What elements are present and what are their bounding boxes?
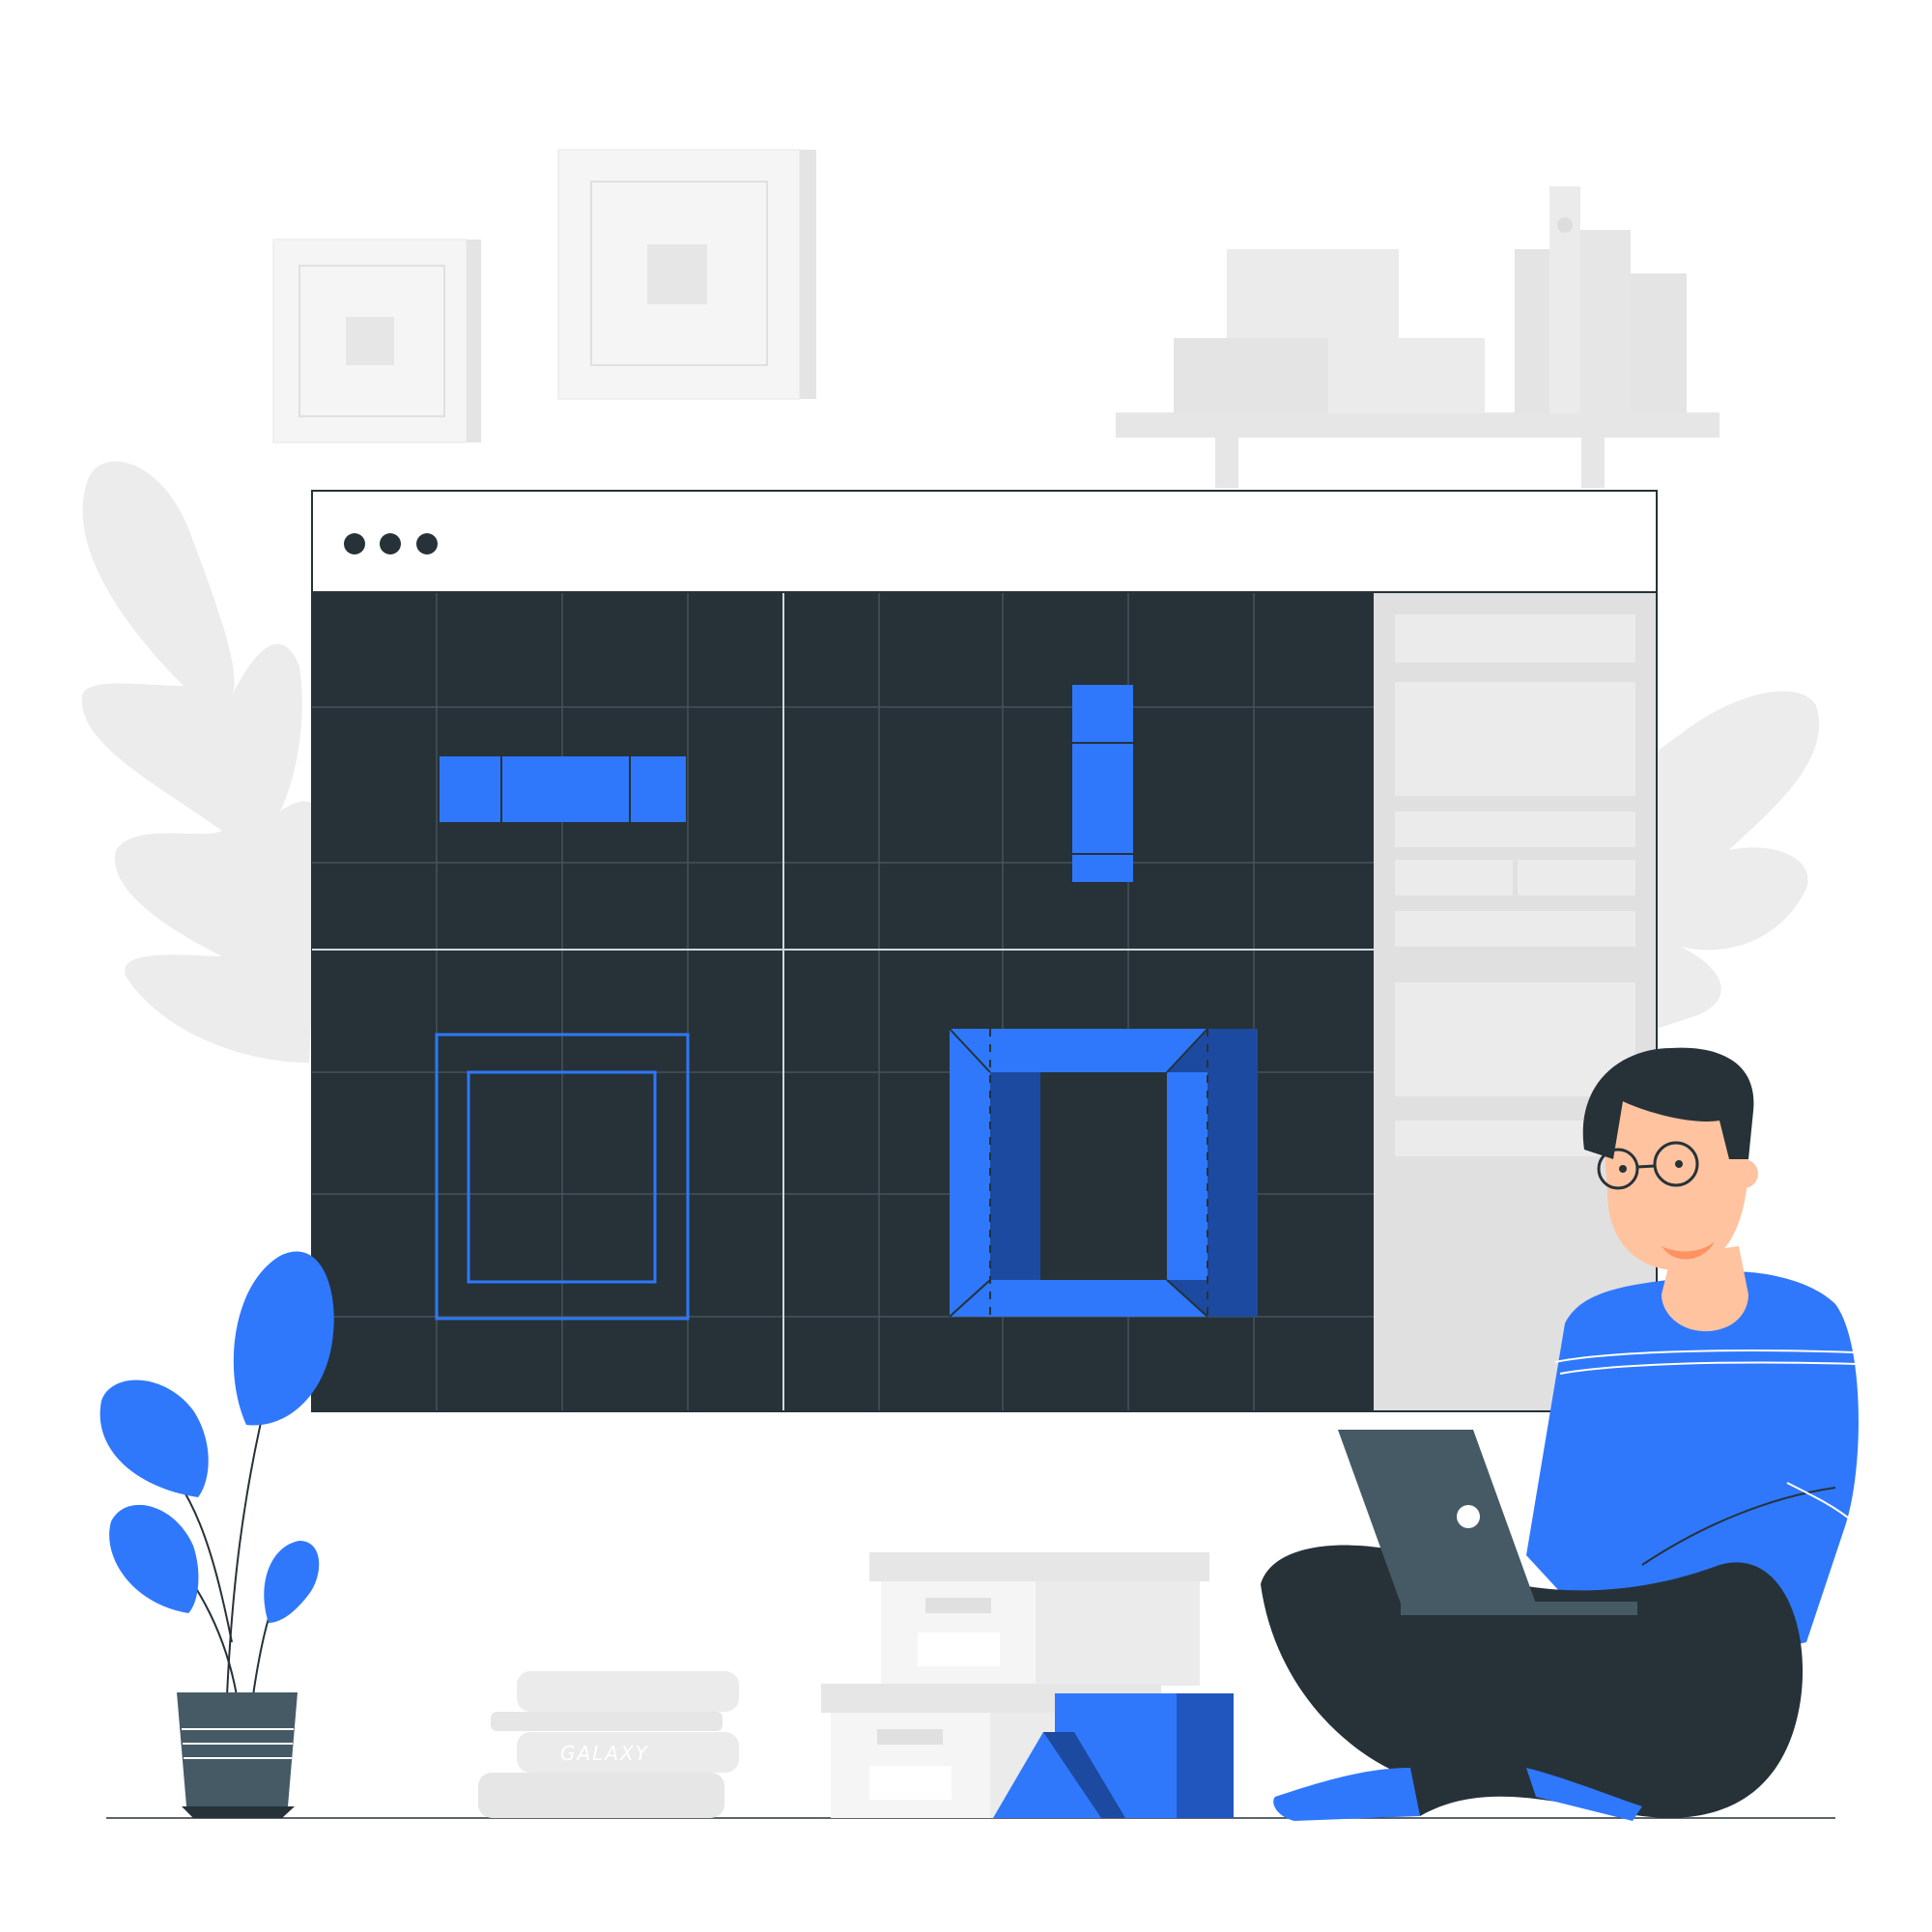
panel-row[interactable]: [1395, 911, 1635, 947]
potted-plant: [99, 1251, 334, 1818]
panel-row[interactable]: [1395, 811, 1635, 847]
storage-box-top: [869, 1552, 1209, 1686]
background-plant-left: [81, 461, 327, 1063]
picture-frame-right: [557, 149, 816, 400]
book-spine-label: GALAXY: [560, 1742, 649, 1765]
three-dots-icon[interactable]: [344, 533, 438, 554]
beveled-frame-shape[interactable]: [949, 1028, 1258, 1318]
properties-panel: [1374, 593, 1656, 1410]
panel-row[interactable]: [1395, 614, 1635, 663]
editor-window: [311, 490, 1658, 1412]
illustration-canvas: GALAXY: [81, 149, 1859, 1821]
panel-field[interactable]: [1518, 860, 1635, 895]
panel-row[interactable]: [1395, 982, 1635, 1096]
vertical-bar-shape[interactable]: [1072, 685, 1133, 882]
panel-field[interactable]: [1395, 860, 1513, 895]
wall-shelf: [1116, 186, 1719, 488]
canvas-area[interactable]: [312, 593, 1374, 1410]
picture-frame-left: [272, 239, 481, 443]
panel-row[interactable]: [1395, 682, 1635, 796]
horizontal-bar-shape[interactable]: [440, 756, 686, 822]
book-stack: GALAXY: [478, 1671, 739, 1818]
apple-dot-icon: [1457, 1505, 1480, 1528]
background-plant-right: [1642, 691, 1820, 1034]
